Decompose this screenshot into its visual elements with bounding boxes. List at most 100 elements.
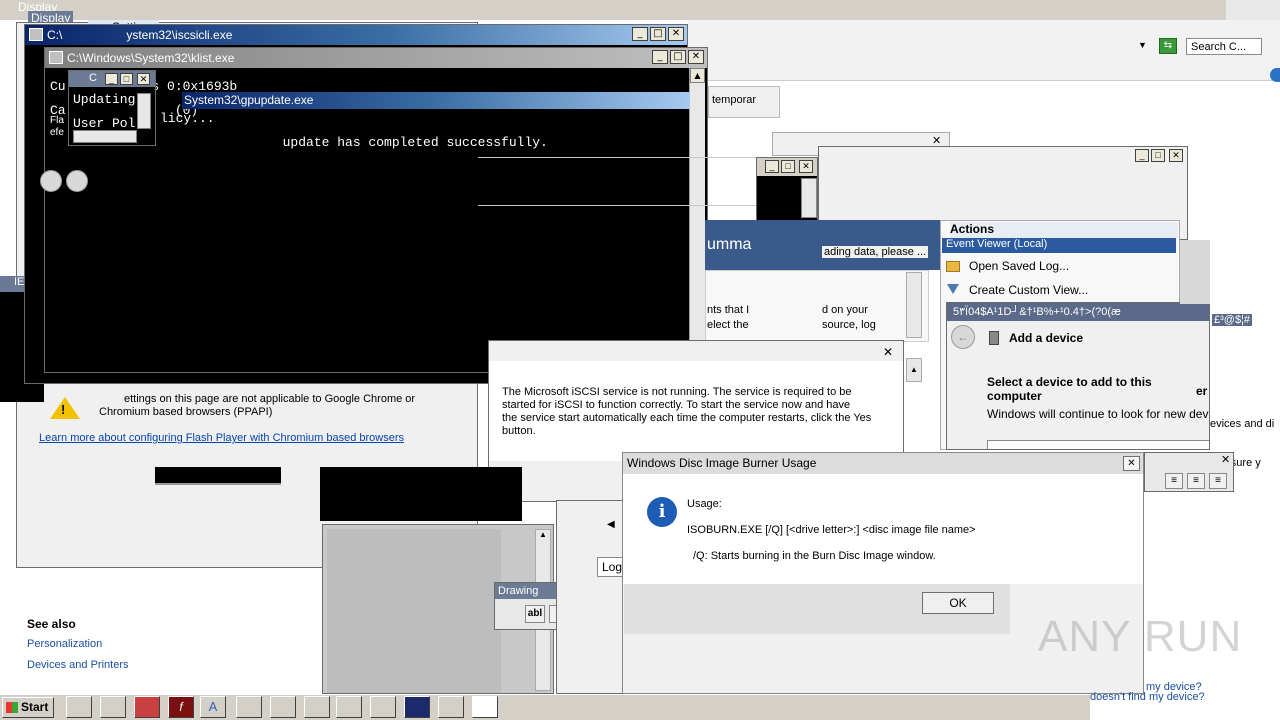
klist-titlebar[interactable]: C:\Windows\System32\klist.exe	[45, 48, 707, 68]
ok-button[interactable]: OK	[922, 592, 994, 614]
small-close-button[interactable]: ✕	[137, 73, 150, 85]
refresh-icon[interactable]: ⇆	[1159, 38, 1177, 54]
loading-text: ading data, please ...	[822, 246, 929, 258]
folder-icon	[946, 261, 960, 272]
back-arrow-button[interactable]: ←	[951, 325, 975, 349]
slice-min-button[interactable]: _	[765, 160, 779, 173]
create-custom-view-action[interactable]: Create Custom View...	[969, 283, 1088, 297]
add-device-titlebar[interactable]: 5۳Ï04$A¹1D┘&†¹B%+¹0.4†>(?0(æ	[947, 303, 1209, 321]
start-button[interactable]: Start	[2, 697, 54, 718]
isoburn-titlebar[interactable]: Windows Disc Image Burner Usage	[623, 453, 1143, 474]
toolbar-window-right: ✕ ≡ ≡ ≡	[1144, 452, 1234, 492]
ev-body-3: elect the	[707, 319, 749, 331]
maximize-button[interactable]: □	[650, 27, 666, 41]
search-box[interactable]: Search C...	[1186, 38, 1262, 55]
temporary-text: temporar	[712, 94, 757, 106]
small-minimize-button[interactable]: _	[105, 73, 118, 85]
small-window: C _ □ ✕ Updating User Pol	[68, 70, 156, 146]
taskbar-printer-icon[interactable]	[134, 696, 160, 718]
small-maximize-button[interactable]: □	[120, 73, 133, 85]
toolbar-close-button[interactable]: ✕	[1221, 453, 1230, 466]
dropdown-arrow-icon[interactable]: ▼	[1138, 40, 1147, 50]
isoburn-close-button[interactable]: ✕	[1123, 456, 1140, 471]
small-toolbar-circle-1[interactable]	[40, 170, 62, 192]
iscsicli-title-prefix: C:\	[47, 28, 63, 42]
text-box-tool[interactable]: abl	[525, 605, 545, 623]
iscsi-message-line-4: button.	[502, 425, 536, 437]
align-center-icon[interactable]: ≡	[1187, 473, 1205, 489]
slice-close-button[interactable]: ✕	[799, 160, 813, 173]
gpupdate-line-policy: licy...	[160, 111, 215, 126]
close-button[interactable]: ✕	[668, 27, 684, 41]
iscsi-close-button[interactable]: ✕	[883, 345, 893, 359]
small-hscroll[interactable]	[73, 130, 137, 143]
small-vscroll[interactable]	[137, 93, 151, 129]
klist-line-4: efe	[50, 127, 64, 138]
small-window-line-1: Updating	[73, 92, 136, 107]
taskbar-notepad-icon[interactable]	[100, 696, 126, 718]
small-toolbar-circle-2[interactable]	[66, 170, 88, 192]
black-bar	[155, 467, 281, 485]
ev-min-button[interactable]: _	[1135, 149, 1149, 162]
info-icon: i	[647, 497, 677, 527]
minimize-button[interactable]: _	[652, 50, 668, 64]
taskbar-window-icon-2[interactable]	[236, 696, 262, 718]
device-list[interactable]	[987, 440, 1209, 449]
klist-line-3: Fla	[50, 115, 64, 126]
slice-scrollbar[interactable]	[801, 178, 817, 218]
footer-link-2[interactable]: doesn't find my device?	[1090, 691, 1205, 703]
scroll-up-arrow[interactable]: ▲	[690, 68, 705, 83]
device-icon	[989, 331, 999, 345]
isoburn-syntax: ISOBURN.EXE [/Q] [<drive letter>:] <disc…	[687, 524, 976, 536]
add-device-subheading: Select a device to add to this computer	[987, 375, 1152, 403]
ev-body-2: d on your	[822, 304, 868, 316]
minimize-button[interactable]: _	[632, 27, 648, 41]
isoburn-usage-label: Usage:	[687, 498, 722, 510]
taskbar-flash-icon[interactable]: f	[168, 696, 194, 718]
iscsi-message-line-3: the service start automatically each tim…	[502, 412, 872, 424]
see-also-personalization-link[interactable]: Personalization	[27, 638, 102, 650]
close-button[interactable]: ✕	[688, 50, 704, 64]
console-icon	[29, 28, 43, 41]
console-icon	[49, 51, 63, 64]
align-left-icon[interactable]: ≡	[1165, 473, 1183, 489]
taskbar-window-icon[interactable]	[66, 696, 92, 718]
taskbar-note-icon[interactable]	[404, 696, 430, 718]
slice-max-button[interactable]: □	[781, 160, 795, 173]
iscsicli-title: ystem32\iscsicli.exe	[126, 28, 233, 42]
taskbar-fonts-icon[interactable]: A	[200, 696, 226, 718]
open-saved-log-action[interactable]: Open Saved Log...	[969, 259, 1069, 273]
black-block	[320, 467, 522, 521]
log-arrow-icon[interactable]: ◀	[607, 519, 615, 530]
gray-panel-inner	[327, 529, 501, 693]
klist-scrollbar[interactable]: ▲ ▼	[689, 68, 705, 370]
iscsicli-titlebar[interactable]: C:\ ystem32\iscsicli.exe	[25, 25, 687, 45]
ampersand-label: &	[52, 146, 60, 158]
taskbar-install-icon[interactable]	[370, 696, 396, 718]
gpupdate-line-success: update has completed successfully.	[189, 135, 548, 150]
filter-icon	[947, 284, 959, 294]
isoburn-option: /Q: Starts burning in the Burn Disc Imag…	[693, 550, 936, 562]
align-right-icon[interactable]: ≡	[1209, 473, 1227, 489]
ev-close-button[interactable]: ✕	[1169, 149, 1183, 162]
add-device-window: 5۳Ï04$A¹1D┘&†¹B%+¹0.4†>(?0(æ ← Add a dev…	[946, 302, 1210, 450]
ev-scrollbar-2[interactable]: ▲	[906, 358, 922, 382]
log-panel-window: Log ◀	[556, 500, 626, 694]
ev-max-button[interactable]: □	[1151, 149, 1165, 162]
summary-text: umma	[707, 236, 752, 253]
maximize-button[interactable]: □	[670, 50, 686, 64]
gpupdate-titlebar[interactable]: System32\gpupdate.exe	[182, 92, 690, 109]
ev-body-4: source, log	[822, 319, 876, 331]
ev-scrollbar[interactable]	[906, 272, 922, 338]
see-also-devices-link[interactable]: Devices and Printers	[27, 659, 129, 671]
add-device-heading: Add a device	[1009, 331, 1084, 345]
taskbar-notepad-icon-2[interactable]	[438, 696, 464, 718]
taskbar-window-icon-5[interactable]	[472, 696, 498, 718]
taskbar-document-icon[interactable]	[304, 696, 330, 718]
flash-warning-text-2: Chromium based browsers (PPAPI)	[99, 406, 273, 418]
flash-learn-more-link[interactable]: Learn more about configuring Flash Playe…	[39, 432, 404, 444]
taskbar-window-icon-4[interactable]	[336, 696, 362, 718]
small-window-title: C	[89, 72, 97, 84]
taskbar-window-icon-3[interactable]	[270, 696, 296, 718]
event-viewer-local-header[interactable]: Event Viewer (Local)	[942, 238, 1176, 253]
